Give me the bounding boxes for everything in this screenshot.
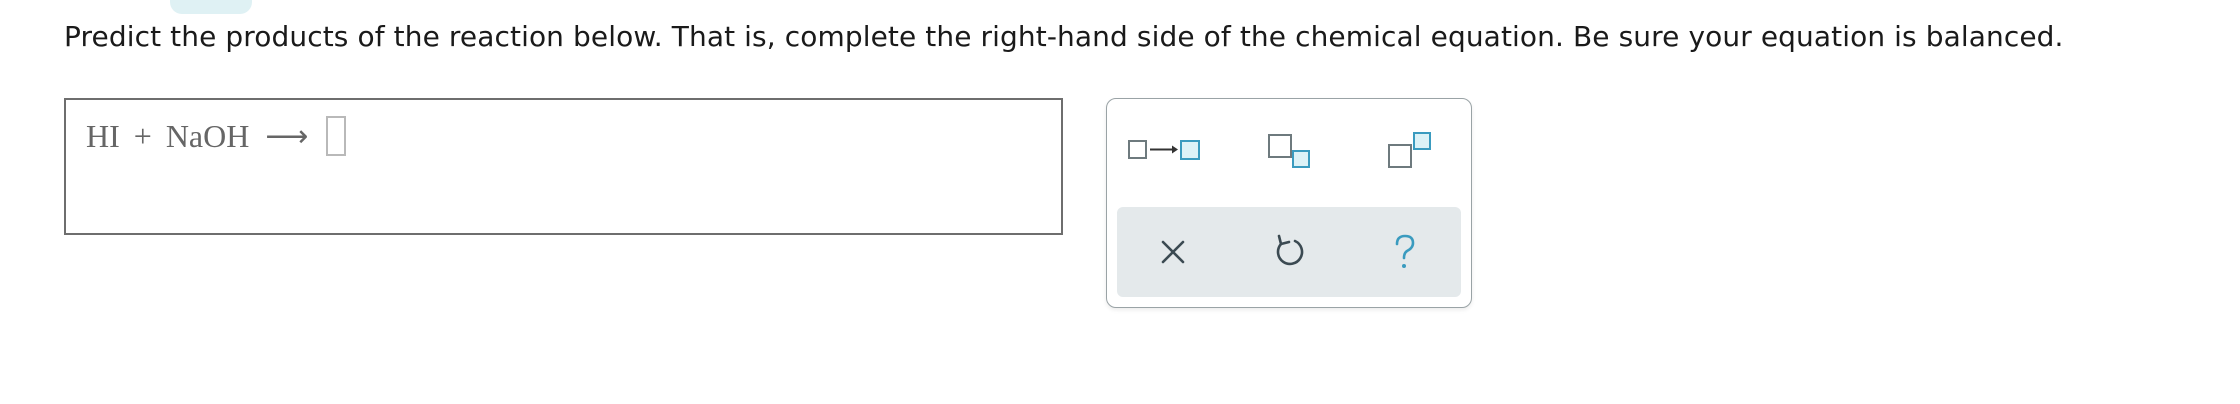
undo-icon [1276,234,1304,266]
question-prompt: Predict the products of the reaction bel… [64,20,2064,53]
top-tab-indicator [170,0,252,14]
reaction-arrow-template-icon [1128,140,1200,160]
superscript-template-button[interactable] [1377,121,1467,181]
answer-input-box[interactable]: HI + NaOH ⟶ [64,98,1063,235]
equation-tool-palette [1106,98,1472,308]
clear-button[interactable] [1143,222,1203,282]
undo-button[interactable] [1259,222,1319,282]
clear-icon [1161,240,1185,264]
reactant-hi: HI [86,117,120,154]
reaction-arrow: ⟶ [265,118,309,154]
subscript-template-icon [1268,134,1310,168]
plus-sign: + [133,117,152,154]
reactant-naoh: NaOH [165,117,250,154]
help-button[interactable] [1375,222,1435,282]
help-icon [1395,234,1415,268]
reaction-arrow-template-button[interactable] [1127,121,1217,181]
chemical-equation: HI + NaOH ⟶ [86,116,347,156]
superscript-template-icon [1388,132,1431,168]
subscript-template-button[interactable] [1257,121,1347,181]
action-bar [1117,207,1461,297]
product-input-slot[interactable] [326,116,347,156]
